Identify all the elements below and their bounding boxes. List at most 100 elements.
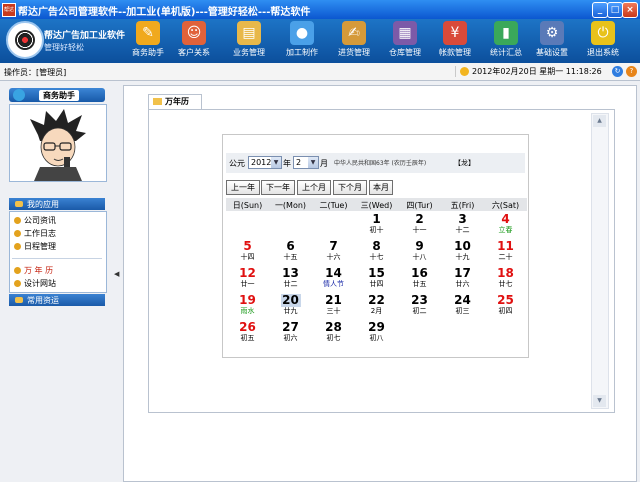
lunar-day: 立春 — [498, 226, 513, 234]
toolbar-button-clipboard[interactable]: ▤ 业务管理 — [226, 20, 272, 62]
toolbar-button-pen[interactable]: ✎ 商务助手 — [125, 20, 171, 62]
app-item-work-log[interactable]: 工作日志 — [14, 228, 56, 239]
toolbar-button-label: 客户关系 — [178, 48, 210, 57]
collapse-arrow-icon[interactable]: ◀ — [114, 270, 119, 278]
toolbar-button-warehouse[interactable]: ▦ 仓库管理 — [382, 20, 428, 62]
help-icon[interactable]: ? — [626, 66, 637, 77]
tab-calendar[interactable]: 万年历 — [148, 94, 202, 110]
sidebar: 商务助手 我的应用 公司资讯 工作日志 日程管理 万 年 历 设计网站 常用资运 — [5, 85, 108, 480]
calendar-day[interactable]: 21 三十 — [312, 294, 355, 317]
common-header[interactable]: 常用资运 — [9, 294, 105, 306]
day-number: 15 — [368, 266, 385, 280]
calendar-day[interactable]: 6 十五 — [269, 240, 312, 263]
year-label: 年 — [283, 159, 291, 168]
month-label: 月 — [320, 159, 328, 168]
current-month-button[interactable]: 本月 — [369, 180, 393, 195]
calendar-day[interactable]: 5 十四 — [226, 240, 269, 263]
era-label: 公元 — [229, 159, 245, 168]
day-number: 28 — [325, 320, 342, 334]
calendar-day[interactable]: 11 二十 — [484, 240, 527, 263]
toolbar-button-settings[interactable]: ⚙ 基础设置 — [529, 20, 575, 62]
calendar-day[interactable]: 14 情人节 — [312, 267, 355, 290]
toolbar-button-chart[interactable]: ▮ 统计汇总 — [483, 20, 529, 62]
calendar-day[interactable]: 4 立春 — [484, 213, 527, 236]
calendar-day[interactable]: 29 初八 — [355, 321, 398, 344]
calendar-day[interactable]: 12 廿一 — [226, 267, 269, 290]
assistant-icon — [13, 89, 25, 101]
app-item-label: 万 年 历 — [24, 266, 54, 275]
day-number: 13 — [282, 266, 299, 280]
lunar-day: 情人节 — [323, 280, 344, 288]
lunar-day: 雨水 — [240, 307, 255, 315]
calendar-day[interactable]: 25 初四 — [484, 294, 527, 317]
calendar-day[interactable]: 1 初十 — [355, 213, 398, 236]
day-number: 7 — [329, 239, 338, 253]
day-number: 17 — [454, 266, 471, 280]
maximize-button[interactable]: □ — [607, 2, 623, 18]
calendar-day[interactable]: 22 2月 — [355, 294, 398, 317]
year-select[interactable]: 2012 ▼ — [248, 156, 282, 169]
folder-icon — [15, 201, 23, 207]
app-item-design-site[interactable]: 设计网站 — [14, 278, 56, 289]
calendar-day[interactable]: 10 十九 — [441, 240, 484, 263]
clipboard-icon: ▤ — [237, 21, 261, 45]
chevron-down-icon[interactable]: ▼ — [271, 157, 281, 168]
day-number: 2 — [415, 212, 424, 226]
next-month-button[interactable]: 下个月 — [333, 180, 367, 195]
toolbar-button-money[interactable]: ¥ 帐款管理 — [432, 20, 478, 62]
day-number: 29 — [368, 320, 385, 334]
month-select[interactable]: 2 ▼ — [293, 156, 319, 169]
prev-year-button[interactable]: 上一年 — [226, 180, 260, 195]
toolbar-button-label: 退出系统 — [587, 48, 619, 57]
app-item-company-news[interactable]: 公司资讯 — [14, 215, 56, 226]
refresh-icon[interactable]: ↻ — [612, 66, 623, 77]
settings-icon: ⚙ — [540, 21, 564, 45]
calendar-day[interactable]: 8 十七 — [355, 240, 398, 263]
toolbar-button-balls[interactable]: ● 加工制作 — [279, 20, 325, 62]
toolbar-button-people[interactable]: ☺ 客户关系 — [171, 20, 217, 62]
next-year-button[interactable]: 下一年 — [261, 180, 295, 195]
calendar-day[interactable]: 15 廿四 — [355, 267, 398, 290]
minimize-button[interactable]: _ — [592, 2, 608, 18]
calendar-day[interactable]: 19 雨水 — [226, 294, 269, 317]
scroll-up-icon[interactable]: ▲ — [593, 115, 606, 127]
lunar-day: 初五 — [240, 334, 255, 342]
lunar-day: 廿六 — [455, 280, 470, 288]
people-icon: ☺ — [182, 21, 206, 45]
weekday-label: 六(Sat) — [491, 201, 520, 210]
toolbar-button-exit[interactable]: ⏻ 退出系统 — [580, 20, 626, 62]
calendar-day[interactable]: 16 廿五 — [398, 267, 441, 290]
vertical-scrollbar[interactable]: ▲ ▼ — [591, 113, 609, 409]
app-item-calendar[interactable]: 万 年 历 — [14, 265, 53, 276]
day-number: 6 — [286, 239, 295, 253]
calendar-day[interactable]: 28 初七 — [312, 321, 355, 344]
my-apps-header[interactable]: 我的应用 — [9, 198, 105, 210]
sidebar-splitter[interactable]: ◀ — [112, 85, 121, 480]
app-bullet-icon — [14, 217, 21, 224]
lunar-day: 初七 — [326, 334, 341, 342]
app-item-schedule[interactable]: 日程管理 — [14, 241, 56, 252]
calendar-day[interactable]: 18 廿七 — [484, 267, 527, 290]
calendar-day[interactable]: 7 十六 — [312, 240, 355, 263]
close-button[interactable]: × — [622, 2, 638, 18]
calendar-day[interactable]: 17 廿六 — [441, 267, 484, 290]
lunar-day: 十二 — [455, 226, 470, 234]
calendar-day[interactable]: 3 十二 — [441, 213, 484, 236]
calendar-day[interactable]: 20 廿九 — [269, 294, 312, 317]
prev-month-button[interactable]: 上个月 — [297, 180, 331, 195]
calendar-day[interactable]: 27 初六 — [269, 321, 312, 344]
calendar-day[interactable]: 9 十八 — [398, 240, 441, 263]
toolbar-button-edit[interactable]: ✍ 进货管理 — [331, 20, 377, 62]
app-icon: 帮达 — [2, 3, 16, 17]
scroll-down-icon[interactable]: ▼ — [593, 395, 606, 407]
zodiac-label: 【龙】 — [454, 159, 475, 167]
calendar-day[interactable]: 23 初二 — [398, 294, 441, 317]
calendar-day[interactable]: 24 初三 — [441, 294, 484, 317]
calendar-day[interactable]: 26 初五 — [226, 321, 269, 344]
calendar-day[interactable]: 13 廿二 — [269, 267, 312, 290]
lunar-day: 初四 — [498, 307, 513, 315]
chevron-down-icon[interactable]: ▼ — [308, 157, 318, 168]
calendar-day[interactable]: 2 十一 — [398, 213, 441, 236]
lunar-day: 初三 — [455, 307, 470, 315]
lunar-day: 廿九 — [283, 307, 298, 315]
